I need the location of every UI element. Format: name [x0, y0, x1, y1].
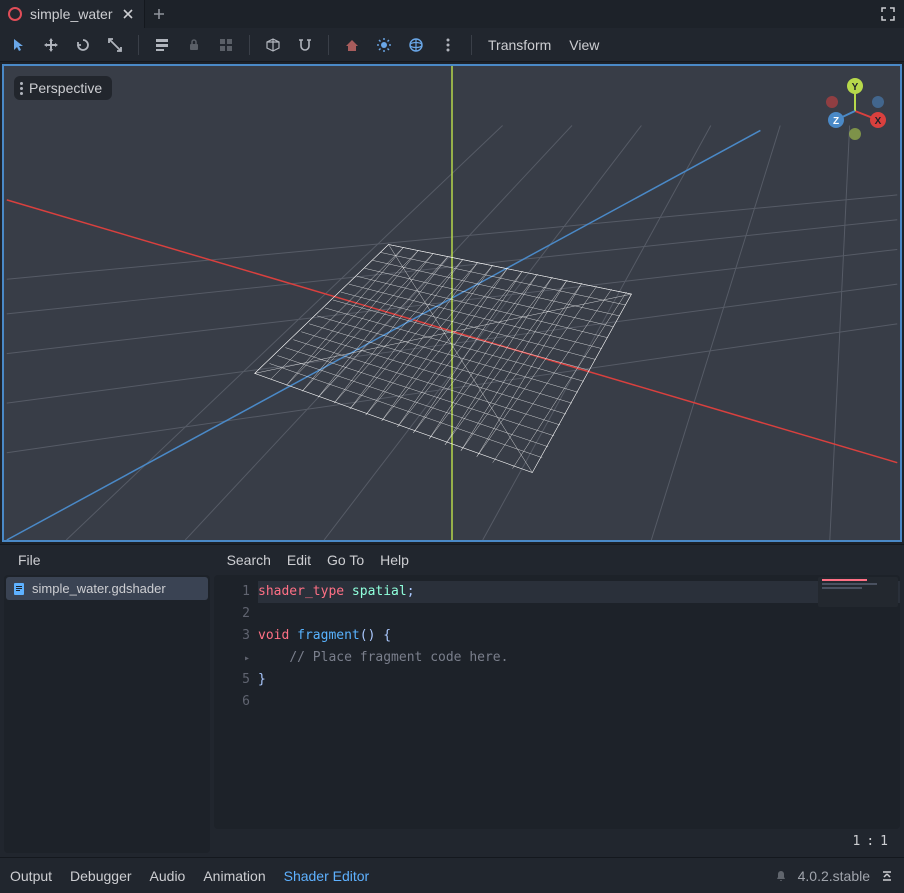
file-menu[interactable]: File	[10, 552, 49, 568]
cursor-col: 1	[880, 834, 888, 849]
tab-debugger[interactable]: Debugger	[70, 868, 132, 884]
tab-output[interactable]: Output	[10, 868, 52, 884]
camera-override-icon[interactable]	[341, 34, 363, 56]
more-icon[interactable]	[437, 34, 459, 56]
perspective-badge[interactable]: Perspective	[14, 76, 112, 100]
view-menu[interactable]: View	[565, 37, 603, 53]
svg-text:X: X	[875, 116, 882, 127]
tab-animation[interactable]: Animation	[203, 868, 265, 884]
help-menu[interactable]: Help	[372, 552, 417, 568]
select-tool-icon[interactable]	[8, 34, 30, 56]
version-label: 4.0.2.stable	[798, 868, 870, 884]
minimap[interactable]	[818, 577, 898, 607]
grip-icon	[20, 82, 23, 95]
transform-menu[interactable]: Transform	[484, 37, 555, 53]
list-select-icon[interactable]	[151, 34, 173, 56]
goto-menu[interactable]: Go To	[319, 552, 372, 568]
scale-tool-icon[interactable]	[104, 34, 126, 56]
viewport-toolbar: Transform View	[0, 28, 904, 62]
tab-title: simple_water	[30, 6, 112, 22]
code-area[interactable]: 123▸56 shader_type spatial;void fragment…	[214, 575, 900, 829]
svg-text:Y: Y	[852, 82, 859, 93]
svg-text:Z: Z	[833, 116, 839, 127]
shader-file-item[interactable]: simple_water.gdshader	[6, 577, 208, 600]
lock-icon[interactable]	[183, 34, 205, 56]
collapse-icon[interactable]	[880, 869, 894, 883]
bell-icon[interactable]	[774, 869, 788, 883]
add-tab-button[interactable]	[145, 0, 173, 28]
code-editor: 123▸56 shader_type spatial;void fragment…	[214, 575, 900, 853]
move-tool-icon[interactable]	[40, 34, 62, 56]
tab-audio[interactable]: Audio	[150, 868, 186, 884]
perspective-label: Perspective	[29, 80, 102, 96]
shader-editor-menu: File Search Edit Go To Help	[0, 545, 904, 575]
tab-shader-editor[interactable]: Shader Editor	[284, 868, 370, 884]
environment-icon[interactable]	[405, 34, 427, 56]
edit-menu[interactable]: Edit	[279, 552, 319, 568]
shader-file-list: simple_water.gdshader	[4, 575, 210, 853]
editor-status: 1 : 1	[214, 829, 900, 853]
shader-editor-panel: File Search Edit Go To Help simple_water…	[0, 544, 904, 857]
bottom-panel-tabs: Output Debugger Audio Animation Shader E…	[0, 857, 904, 893]
node3d-icon	[8, 7, 22, 21]
scene-tab[interactable]: simple_water	[0, 0, 145, 28]
line-gutter: 123▸56	[214, 575, 258, 829]
shader-file-name: simple_water.gdshader	[32, 581, 166, 596]
sun-icon[interactable]	[373, 34, 395, 56]
scene-tabbar: simple_water	[0, 0, 904, 28]
cursor-line: 1	[853, 834, 861, 849]
rotate-tool-icon[interactable]	[72, 34, 94, 56]
local-coords-icon[interactable]	[262, 34, 284, 56]
3d-viewport[interactable]: Perspective X Y Z	[2, 64, 902, 542]
shader-file-icon	[12, 582, 26, 596]
expand-icon[interactable]	[878, 4, 898, 24]
search-menu[interactable]: Search	[219, 552, 279, 568]
axis-gizmo[interactable]: X Y Z	[820, 76, 890, 146]
group-icon[interactable]	[215, 34, 237, 56]
close-icon[interactable]	[120, 6, 136, 22]
code-content[interactable]: shader_type spatial;void fragment() { //…	[258, 575, 900, 829]
snap-icon[interactable]	[294, 34, 316, 56]
